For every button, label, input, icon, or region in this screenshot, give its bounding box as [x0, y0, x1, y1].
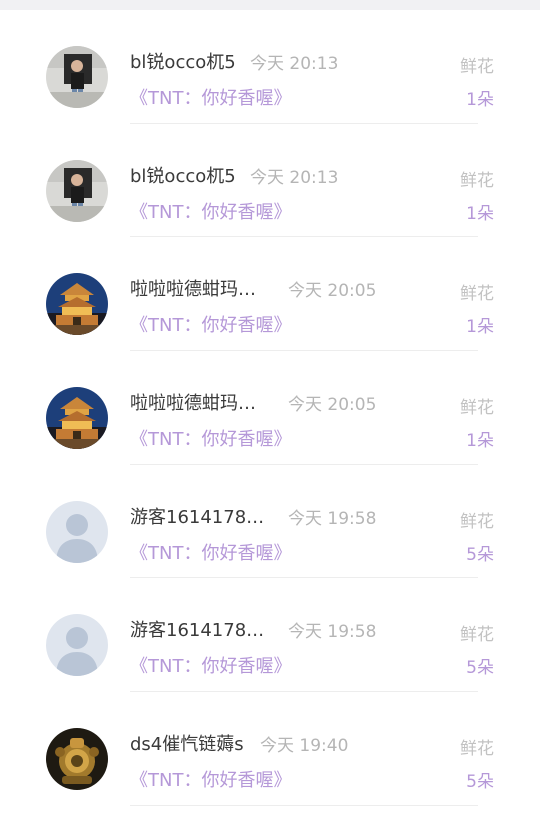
gift-message: 《TNT：你好香喔》: [130, 429, 292, 451]
gift-count: 5朵: [466, 772, 494, 793]
timestamp: 今天 20:05: [288, 281, 377, 302]
gift-count: 1朵: [466, 203, 494, 224]
gift-count: 1朵: [466, 431, 494, 452]
list-item[interactable]: bl锐occo杌5 今天 20:13 《TNT：你好香喔》 鲜花 1朵: [0, 124, 540, 238]
timestamp: 今天 20:13: [250, 54, 339, 74]
user-name[interactable]: 啦啦啦德蚶玛…: [130, 389, 256, 415]
user-name[interactable]: bl锐occo杌5: [130, 162, 236, 188]
list-item[interactable]: 啦啦啦德蚶玛… 今天 20:05 《TNT：你好香喔》 鲜花 1朵: [0, 237, 540, 352]
default-user-icon[interactable]: [46, 614, 108, 677]
golden-robot-icon[interactable]: [46, 728, 108, 791]
gift-count: 1朵: [466, 90, 494, 110]
gift-message: 《TNT：你好香喔》: [130, 656, 292, 678]
timestamp: 今天 20:13: [250, 167, 339, 188]
gift-message: 《TNT：你好香喔》: [130, 88, 292, 109]
gift-type: 鲜花: [460, 739, 494, 760]
default-user-icon[interactable]: [46, 500, 108, 563]
gift-list: bl锐occo杌5 今天 20:13 《TNT：你好香喔》 鲜花 1朵 bl锐o…: [0, 10, 540, 806]
gift-message: 《TNT：你好香喔》: [130, 201, 292, 223]
list-item[interactable]: bl锐occo杌5 今天 20:13 《TNT：你好香喔》 鲜花 1朵: [0, 10, 540, 124]
tower-night-icon[interactable]: [46, 273, 108, 336]
list-item[interactable]: 啦啦啦德蚶玛… 今天 20:05 《TNT：你好香喔》 鲜花 1朵: [0, 351, 540, 465]
list-item[interactable]: 游客1614178… 今天 19:58 《TNT：你好香喔》 鲜花 5朵: [0, 578, 540, 693]
gift-type: 鲜花: [460, 57, 494, 77]
gift-count: 1朵: [466, 317, 494, 338]
list-item[interactable]: ds4催忾链薅s 今天 19:40 《TNT：你好香喔》 鲜花 5朵: [0, 692, 540, 806]
gift-message: 《TNT：你好香喔》: [130, 315, 292, 337]
user-name[interactable]: bl锐occo杌5: [130, 48, 236, 74]
gift-count: 5朵: [466, 544, 494, 565]
gift-type: 鲜花: [460, 170, 494, 191]
gift-count: 5朵: [466, 658, 494, 679]
user-name[interactable]: 游客1614178…: [130, 616, 264, 642]
gift-message: 《TNT：你好香喔》: [130, 542, 292, 564]
divider: [130, 804, 478, 806]
gift-type: 鲜花: [460, 398, 494, 419]
tower-night-icon[interactable]: [46, 387, 108, 450]
gift-message: 《TNT：你好香喔》: [130, 770, 292, 792]
timestamp: 今天 20:05: [288, 395, 377, 416]
user-name[interactable]: 游客1614178…: [130, 503, 264, 529]
user-name[interactable]: 啦啦啦德蚶玛…: [130, 275, 256, 301]
timestamp: 今天 19:40: [260, 736, 349, 757]
timestamp: 今天 19:58: [288, 508, 377, 529]
top-strip: [0, 0, 540, 10]
gift-type: 鲜花: [460, 625, 494, 646]
photo-person-icon[interactable]: [46, 159, 108, 222]
list-item[interactable]: 游客1614178… 今天 19:58 《TNT：你好香喔》 鲜花 5朵: [0, 465, 540, 579]
user-name[interactable]: ds4催忾链薅s: [130, 730, 244, 756]
timestamp: 今天 19:58: [288, 622, 377, 643]
photo-person-icon[interactable]: [46, 46, 108, 108]
gift-type: 鲜花: [460, 284, 494, 305]
gift-type: 鲜花: [460, 511, 494, 532]
